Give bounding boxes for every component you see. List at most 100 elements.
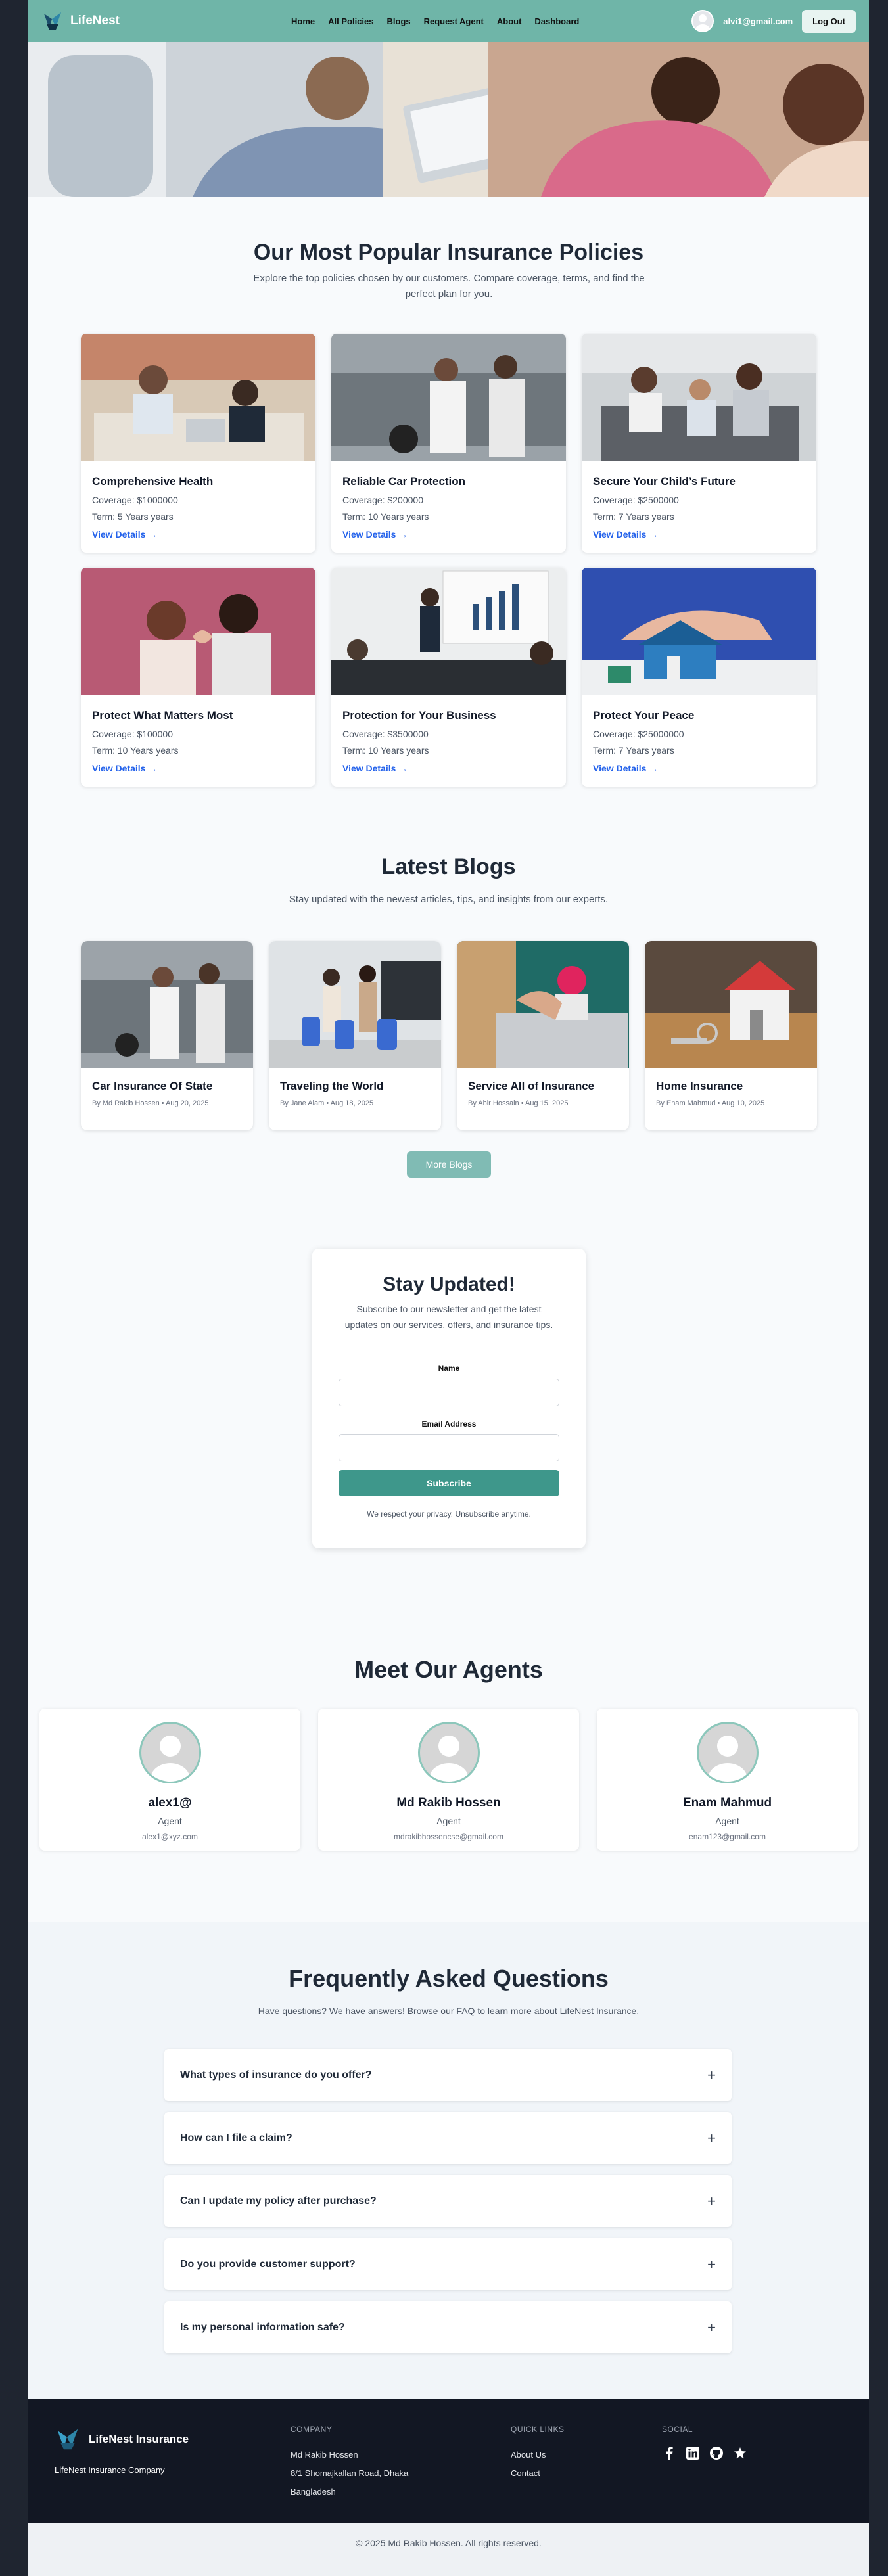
copyright-text: © 2025 Md Rakib Hossen. All rights reser… (356, 2538, 542, 2548)
blog-card[interactable]: Service All of Insurance By Abir Hossain… (457, 941, 629, 1130)
brand-logo[interactable]: LifeNest (41, 10, 120, 32)
faq-list: What types of insurance do you offer? + … (164, 2049, 732, 2364)
agent-name: Enam Mahmud (682, 1796, 772, 1810)
policy-image (81, 334, 315, 461)
policy-title: Protection for Your Business (342, 709, 496, 722)
email-input[interactable] (339, 1434, 559, 1461)
plus-icon[interactable]: + (707, 2067, 716, 2084)
nav-link-about[interactable]: About (497, 16, 522, 26)
faq-question: Do you provide customer support? (180, 2258, 356, 2270)
view-details-link[interactable]: View Details → (92, 763, 304, 773)
plus-icon[interactable]: + (707, 2256, 716, 2273)
agent-avatar (697, 1722, 759, 1783)
star-icon[interactable] (733, 2446, 747, 2460)
hero-photo (28, 42, 869, 197)
footer-quick-links: QUICK LINKS About Us Contact (511, 2425, 565, 2483)
nav-link-blogs[interactable]: Blogs (387, 16, 411, 26)
newsletter-subtitle: Subscribe to our newsletter and get the … (344, 1304, 553, 1330)
nav-link-home[interactable]: Home (291, 16, 315, 26)
policy-coverage: Coverage: $100000 (92, 729, 173, 739)
policy-card[interactable]: Comprehensive Health Coverage: $1000000 … (81, 334, 315, 553)
page: LifeNest Home All Policies Blogs Request… (28, 0, 869, 2576)
more-blogs-button[interactable]: More Blogs (407, 1151, 491, 1178)
blog-card[interactable]: Car Insurance Of State By Md Rakib Hosse… (81, 941, 253, 1130)
blog-card[interactable]: Home Insurance By Enam Mahmud • Aug 10, … (645, 941, 817, 1130)
nav-link-all-policies[interactable]: All Policies (328, 16, 373, 26)
nest-logo-icon (44, 12, 61, 30)
navbar: LifeNest Home All Policies Blogs Request… (28, 0, 869, 42)
agents-grid: alex1@ Agent alex1@xyz.com Md Rakib Hoss… (39, 1709, 858, 1851)
agent-avatar (418, 1722, 480, 1783)
footer-brand[interactable]: LifeNest Insurance (55, 2426, 189, 2452)
view-details-link[interactable]: View Details → (342, 529, 555, 540)
policy-image (331, 334, 566, 461)
name-input[interactable] (339, 1379, 559, 1406)
blog-title: Home Insurance (656, 1080, 743, 1092)
view-details-link[interactable]: View Details → (593, 529, 805, 540)
policy-image (582, 334, 816, 461)
policy-image (582, 568, 816, 695)
policy-coverage: Coverage: $200000 (342, 495, 423, 505)
nav-links: Home All Policies Blogs Request Agent Ab… (291, 0, 579, 42)
policy-term: Term: 7 Years years (593, 511, 674, 522)
agent-card[interactable]: Enam Mahmud Agent enam123@gmail.com (597, 1709, 858, 1851)
policy-title: Protect What Matters Most (92, 709, 233, 722)
policy-card[interactable]: Protection for Your Business Coverage: $… (331, 568, 566, 787)
agent-name: alex1@ (148, 1796, 192, 1810)
newsletter-card: Stay Updated! Subscribe to our newslette… (312, 1249, 586, 1548)
agent-email: mdrakibhossencse@gmail.com (394, 1832, 503, 1841)
nest-logo-icon (57, 2429, 78, 2450)
faq-item[interactable]: How can I file a claim? + (164, 2112, 732, 2164)
popular-policies-section: Our Most Popular Insurance Policies Expl… (28, 197, 869, 828)
view-details-link[interactable]: View Details → (342, 763, 555, 773)
policy-card[interactable]: Protect Your Peace Coverage: $25000000 T… (582, 568, 816, 787)
policy-card[interactable]: Secure Your Child’s Future Coverage: $25… (582, 334, 816, 553)
plus-icon[interactable]: + (707, 2319, 716, 2336)
agent-email: enam123@gmail.com (689, 1832, 766, 1841)
facebook-icon[interactable] (662, 2446, 676, 2460)
policy-coverage: Coverage: $2500000 (593, 495, 679, 505)
user-icon (695, 14, 711, 31)
blog-title: Car Insurance Of State (92, 1080, 213, 1092)
policy-card[interactable]: Reliable Car Protection Coverage: $20000… (331, 334, 566, 553)
view-details-link[interactable]: View Details → (593, 763, 805, 773)
faq-item[interactable]: Can I update my policy after purchase? + (164, 2175, 732, 2227)
subscribe-button[interactable]: Subscribe (339, 1470, 559, 1496)
agent-card[interactable]: Md Rakib Hossen Agent mdrakibhossencse@g… (318, 1709, 579, 1851)
faq-item[interactable]: Is my personal information safe? + (164, 2301, 732, 2353)
view-details-link[interactable]: View Details → (92, 529, 304, 540)
blog-meta: By Md Rakib Hossen • Aug 20, 2025 (92, 1099, 209, 1107)
faq-question: How can I file a claim? (180, 2132, 292, 2144)
nav-user-area: alvi1@gmail.com Log Out (691, 0, 856, 42)
plus-icon[interactable]: + (707, 2193, 716, 2210)
privacy-note: We respect your privacy. Unsubscribe any… (367, 1509, 531, 1519)
blogs-subtitle: Stay updated with the newest articles, t… (289, 894, 609, 905)
github-icon[interactable] (709, 2446, 724, 2460)
plus-icon[interactable]: + (707, 2130, 716, 2147)
user-icon (708, 1736, 747, 1782)
footer-tagline: LifeNest Insurance Company (55, 2465, 165, 2475)
faq-item[interactable]: What types of insurance do you offer? + (164, 2049, 732, 2101)
blog-meta: By Abir Hossain • Aug 15, 2025 (468, 1099, 569, 1107)
linkedin-icon[interactable] (686, 2446, 700, 2460)
agent-card[interactable]: alex1@ Agent alex1@xyz.com (39, 1709, 300, 1851)
blog-image (81, 941, 253, 1068)
footer-social: SOCIAL (662, 2425, 747, 2460)
footer-link-contact[interactable]: Contact (511, 2464, 565, 2483)
logout-button[interactable]: Log Out (802, 9, 856, 33)
policy-card[interactable]: Protect What Matters Most Coverage: $100… (81, 568, 315, 787)
policy-term: Term: 7 Years years (593, 745, 674, 756)
nav-link-dashboard[interactable]: Dashboard (534, 16, 579, 26)
email-label: Email Address (421, 1419, 477, 1429)
footer-link-about-us[interactable]: About Us (511, 2446, 565, 2464)
blog-card[interactable]: Traveling the World By Jane Alam • Aug 1… (269, 941, 441, 1130)
policies-title: Our Most Popular Insurance Policies (253, 240, 644, 265)
faq-question: Is my personal information safe? (180, 2321, 345, 2333)
name-label: Name (438, 1364, 460, 1373)
faq-item[interactable]: Do you provide customer support? + (164, 2238, 732, 2290)
nav-link-request-agent[interactable]: Request Agent (424, 16, 484, 26)
company-line: Bangladesh (291, 2487, 336, 2496)
user-avatar[interactable] (691, 10, 714, 32)
blog-meta: By Enam Mahmud • Aug 10, 2025 (656, 1099, 765, 1107)
agent-role: Agent (715, 1816, 739, 1826)
